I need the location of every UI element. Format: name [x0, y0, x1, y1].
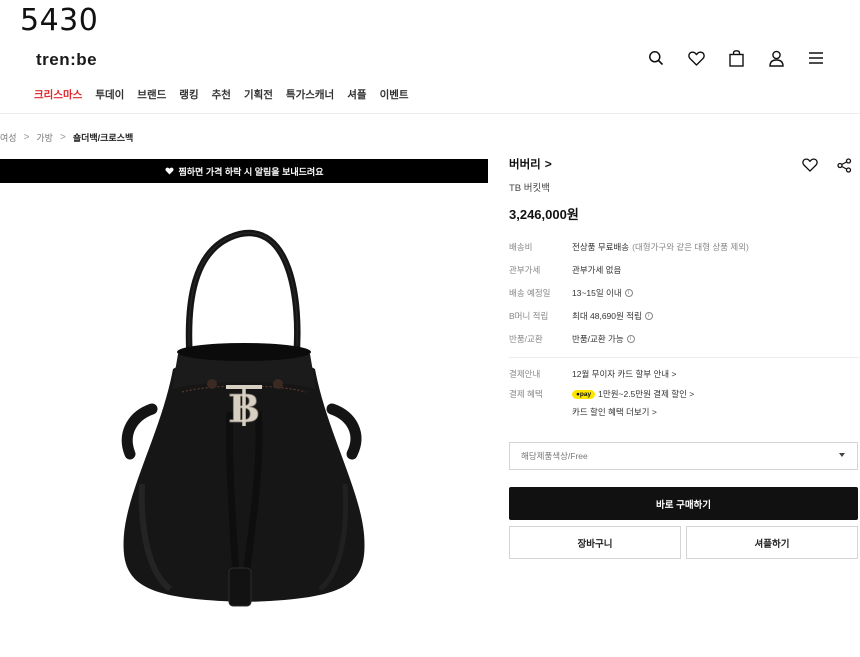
wishlist-heart-icon[interactable]	[686, 48, 706, 68]
breadcrumb: 여성 > 가방 > 숄더백/크로스백	[0, 131, 133, 144]
brand-name: 버버리	[509, 159, 541, 171]
spec-row-points: B머니 적립 최대 48,690원 적립 i	[509, 304, 859, 327]
shipping-note: (대형가구와 같은 대형 상품 제외)	[632, 241, 749, 252]
nav-item-ranking[interactable]: 랭킹	[179, 87, 198, 102]
nav-item-deal-scanner[interactable]: 특가스캐너	[286, 87, 334, 102]
spec-value: 반품/교환 가능 i	[572, 333, 635, 345]
spec-row-pay-benefit: 결제 혜택 ●pay 1만원~2.5만원 결제 할인 >	[509, 385, 859, 403]
spec-row-card-discount: 카드 할인 혜택 더보기 >	[509, 403, 859, 421]
price-drop-alert-banner[interactable]: 찜하면 가격 하락 시 알림을 보내드려요	[0, 159, 488, 183]
info-icon[interactable]: i	[624, 288, 633, 297]
kakaopay-badge: ●pay	[572, 389, 596, 399]
product-image[interactable]: B	[0, 184, 488, 654]
product-price: 3,246,000원	[509, 207, 579, 222]
spec-label: B머니 적립	[509, 310, 549, 321]
share-icon[interactable]	[835, 156, 853, 174]
info-icon[interactable]: i	[644, 311, 653, 320]
nav-item-today[interactable]: 투데이	[95, 87, 124, 102]
card-discount-link[interactable]: 카드 할인 혜택 더보기 >	[572, 406, 657, 418]
breadcrumb-shoulder-crossbody[interactable]: 숄더백/크로스백	[73, 131, 133, 144]
banner-text: 찜하면 가격 하락 시 알림을 보내드려요	[178, 166, 324, 177]
spec-row-shipping: 배송비 전상품 무료배송 (대형가구와 같은 대형 상품 제외)	[509, 235, 859, 258]
breadcrumb-separator: >	[23, 132, 30, 143]
product-spec-list: 배송비 전상품 무료배송 (대형가구와 같은 대형 상품 제외) 관부가세 관부…	[509, 235, 859, 421]
chevron-right-icon: >	[544, 157, 552, 171]
spec-value: 전상품 무료배송 (대형가구와 같은 대형 상품 제외)	[572, 241, 749, 253]
info-icon[interactable]: i	[626, 334, 635, 343]
menu-icon[interactable]	[806, 48, 826, 68]
product-actions	[801, 156, 853, 174]
header-divider	[0, 113, 860, 114]
nav-item-exhibition[interactable]: 기획전	[244, 87, 273, 102]
buy-now-button[interactable]: 바로 구매하기	[509, 487, 858, 520]
points-value: 최대 48,690원 적립	[572, 310, 642, 321]
caret-down-icon	[839, 453, 845, 457]
nav-item-shuffle[interactable]: 셔플	[347, 87, 366, 102]
shuffle-button[interactable]: 셔플하기	[686, 526, 858, 559]
nav-item-recommend[interactable]: 추천	[212, 87, 231, 102]
shopping-bag-icon[interactable]	[726, 48, 746, 68]
breadcrumb-bags[interactable]: 가방	[36, 131, 53, 144]
header-icon-bar	[646, 48, 826, 68]
product-name: TB 버킷백	[509, 183, 550, 194]
delivery-value: 13~15일 이내	[572, 287, 622, 298]
pay-benefit-text: 1만원~2.5만원 결제 할인 >	[598, 389, 695, 399]
pay-benefit-link[interactable]: ●pay 1만원~2.5만원 결제 할인 >	[572, 388, 694, 400]
spec-label: 배송 예정일	[509, 287, 551, 298]
overlay-id-label: 5430	[20, 3, 99, 38]
spec-label: 결제 혜택	[509, 389, 543, 399]
spec-row-duties: 관부가세 관부가세 없음	[509, 258, 859, 281]
spec-value: 최대 48,690원 적립 i	[572, 310, 653, 322]
spec-label: 배송비	[509, 241, 533, 252]
spec-divider	[509, 357, 859, 358]
breadcrumb-women[interactable]: 여성	[0, 131, 17, 144]
spec-label: 반품/교환	[509, 333, 543, 344]
option-select[interactable]: 해당제품색상/Free	[509, 442, 858, 470]
spec-row-returns: 반품/교환 반품/교환 가능 i	[509, 327, 859, 350]
nav-item-event[interactable]: 이벤트	[380, 87, 409, 102]
spec-label: 결제안내	[509, 368, 541, 379]
main-nav: 크리스마스 투데이 브랜드 랭킹 추천 기획전 특가스캐너 셔플 이벤트	[34, 87, 422, 102]
add-to-cart-button[interactable]: 장바구니	[509, 526, 681, 559]
product-info-panel: 버버리 > TB 버킷백 3,246,000원 배송비 전상품 무료배송 (대형…	[509, 156, 859, 421]
search-icon[interactable]	[646, 48, 666, 68]
product-wishlist-heart-icon[interactable]	[801, 156, 819, 174]
heart-filled-icon	[164, 167, 174, 175]
spec-row-installment: 결제안내 12월 무이자 카드 할부 안내 >	[509, 362, 859, 385]
returns-value: 반품/교환 가능	[572, 333, 624, 344]
installment-link[interactable]: 12월 무이자 카드 할부 안내 >	[572, 368, 676, 380]
spec-value: 관부가세 없음	[572, 264, 622, 275]
spec-label: 관부가세	[509, 264, 541, 275]
spec-row-delivery: 배송 예정일 13~15일 이내 i	[509, 281, 859, 304]
shipping-value: 전상품 무료배송	[572, 241, 630, 252]
nav-item-brand[interactable]: 브랜드	[137, 87, 166, 102]
nav-item-christmas[interactable]: 크리스마스	[34, 87, 82, 102]
user-icon[interactable]	[766, 48, 786, 68]
breadcrumb-separator: >	[59, 132, 66, 143]
spec-value: 13~15일 이내 i	[572, 287, 633, 299]
option-select-placeholder: 해당제품색상/Free	[521, 451, 588, 461]
site-logo[interactable]: tren:be	[36, 50, 97, 70]
